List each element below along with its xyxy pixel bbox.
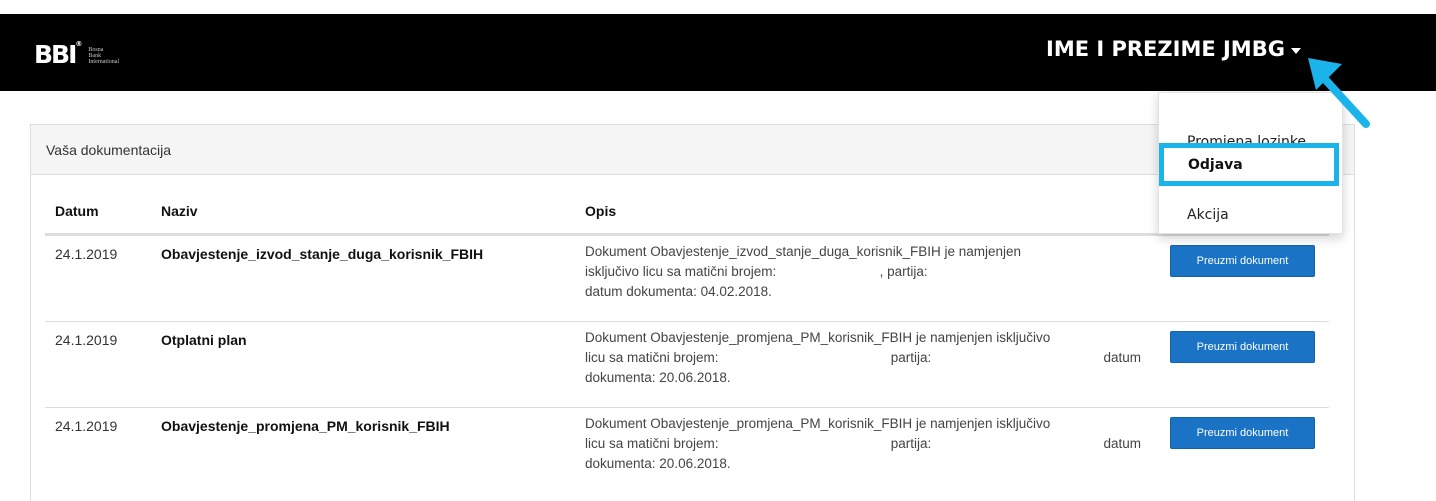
logo-subtitle: Bosna Bank International bbox=[88, 46, 120, 65]
row-description: Dokument Obavjestenje_izvod_stanje_duga_… bbox=[585, 244, 1022, 299]
row-description: Dokument Obavjestenje_promjena_PM_korisn… bbox=[585, 416, 1141, 471]
row-name: Obavjestenje_izvod_stanje_duga_korisnik_… bbox=[161, 246, 484, 262]
column-header-opis: Opis bbox=[585, 203, 617, 219]
menu-item-logout[interactable]: Odjava bbox=[1159, 143, 1339, 186]
row-name: Obavjestenje_promjena_PM_korisnik_FBIH bbox=[161, 418, 450, 434]
top-navbar: BBI® Bosna Bank International IME I PREZ… bbox=[0, 14, 1436, 91]
download-document-button[interactable]: Preuzmi dokument bbox=[1170, 245, 1315, 277]
download-document-button[interactable]: Preuzmi dokument bbox=[1170, 417, 1315, 449]
table-row: 24.1.2019 Obavjestenje_izvod_stanje_duga… bbox=[45, 235, 1329, 320]
column-header-naziv: Naziv bbox=[161, 203, 198, 219]
documents-panel: Vaša dokumentacija Datum Naziv Opis 24.1… bbox=[30, 124, 1355, 501]
row-date: 24.1.2019 bbox=[55, 418, 118, 434]
bbi-logo[interactable]: BBI® Bosna Bank International bbox=[34, 40, 119, 69]
row-name: Otplatni plan bbox=[161, 332, 247, 348]
user-name-label: IME I PREZIME JMBG bbox=[1046, 37, 1285, 61]
row-date: 24.1.2019 bbox=[55, 332, 118, 348]
download-document-button[interactable]: Preuzmi dokument bbox=[1170, 331, 1315, 363]
logo-mark: BBI® bbox=[34, 40, 83, 69]
column-header-datum: Datum bbox=[55, 203, 99, 219]
row-description: Dokument Obavjestenje_promjena_PM_korisn… bbox=[585, 330, 1141, 385]
panel-title: Vaša dokumentacija bbox=[31, 125, 1354, 175]
table-row: 24.1.2019 Obavjestenje_promjena_PM_koris… bbox=[45, 407, 1329, 492]
menu-item-akcija[interactable]: Akcija bbox=[1187, 207, 1229, 223]
table-row: 24.1.2019 Otplatni plan Dokument Obavjes… bbox=[45, 321, 1329, 406]
arrow-pointer-icon bbox=[1308, 58, 1370, 128]
row-date: 24.1.2019 bbox=[55, 246, 118, 262]
user-menu-toggle[interactable]: IME I PREZIME JMBG bbox=[1046, 34, 1301, 64]
